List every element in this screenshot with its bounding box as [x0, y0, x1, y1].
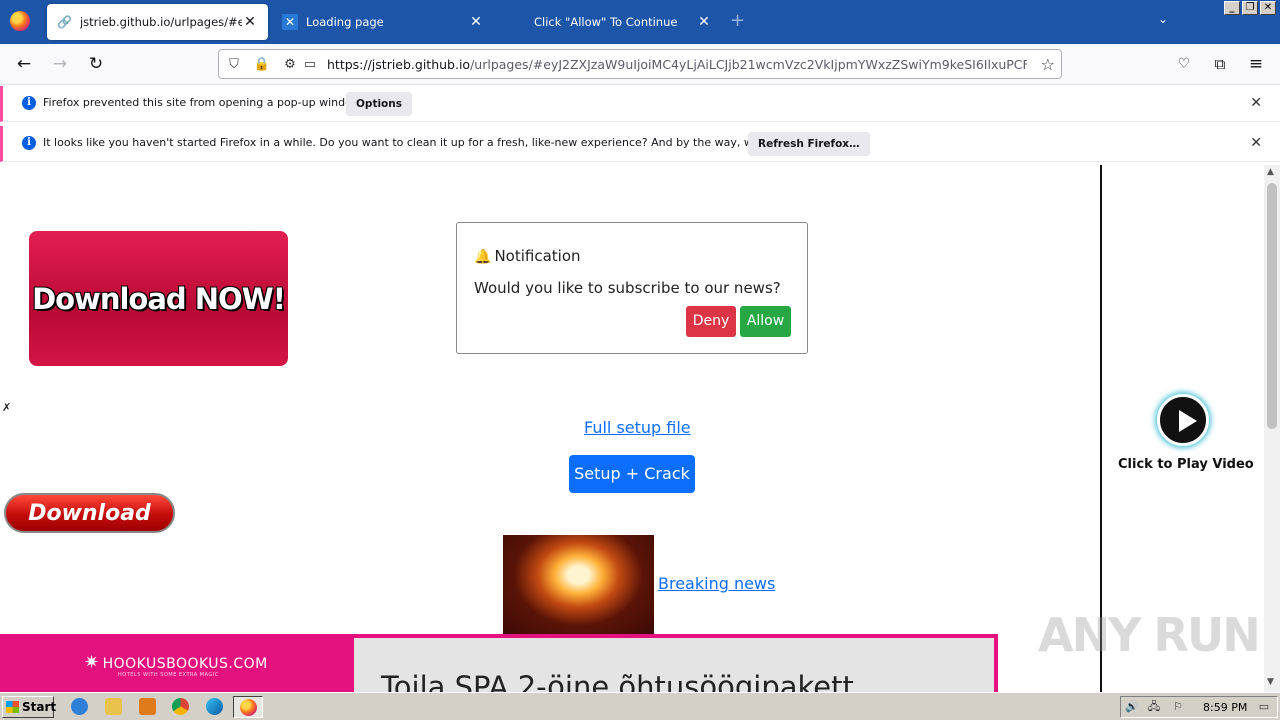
firefox-taskbar-button[interactable] — [233, 696, 263, 718]
url-path: /urlpages/#eyJ2ZXJzaW9uIjoiMC4yLjAiLCJjb… — [470, 57, 1027, 72]
edge-icon[interactable] — [206, 698, 223, 715]
ad-brand-logo: ✷ HOOKUSBOOKUS.COM — [84, 652, 268, 673]
bell-icon: 🔔 — [474, 249, 492, 265]
close-icon[interactable]: ✕ — [1250, 95, 1262, 111]
anyrun-watermark: ANY RUN — [1038, 608, 1261, 662]
notification-dialog: 🔔 Notification Would you like to subscrib… — [456, 222, 808, 354]
flag-icon[interactable]: ⚐ — [1171, 700, 1185, 714]
tab-close-icon[interactable]: ✕ — [242, 14, 258, 30]
new-tab-button[interactable]: + — [730, 10, 745, 31]
tab-title: jstrieb.github.io/urlpages/#eyJ2ZX — [79, 15, 242, 29]
lock-icon[interactable]: 🔒 — [253, 56, 271, 74]
permissions-icon[interactable]: ⚙ — [281, 56, 299, 74]
volume-icon[interactable]: 🔊 — [1125, 700, 1139, 714]
network-icon[interactable]: 🖧 — [1147, 700, 1161, 714]
url-host: https://jstrieb.github.io — [327, 57, 471, 72]
media-player-icon[interactable] — [139, 698, 156, 715]
firefox-icon — [240, 699, 257, 716]
page-icon[interactable]: ▭ — [301, 56, 319, 74]
tab-strip: 🔗 jstrieb.github.io/urlpages/#eyJ2ZX ✕ ✕… — [0, 0, 1280, 44]
reload-icon[interactable]: ↻ — [84, 53, 108, 77]
tab-loading-page[interactable]: ✕ Loading page ✕ — [272, 4, 494, 40]
download-button-label: Download — [28, 500, 151, 526]
broken-image-icon: ✗ — [2, 401, 12, 414]
allow-button[interactable]: Allow — [740, 306, 791, 337]
refresh-firefox-button[interactable]: Refresh Firefox… — [748, 132, 870, 156]
tab-close-icon[interactable]: ✕ — [696, 14, 712, 30]
ad-text-panel: Toila SPA 2-öine õhtusöögipakett — [354, 638, 994, 692]
info-icon: i — [22, 96, 36, 110]
tab-close-icon[interactable]: ✕ — [468, 14, 484, 30]
download-now-banner[interactable]: Download NOW! — [29, 231, 288, 366]
breaking-news-link[interactable]: Breaking news — [658, 574, 775, 593]
ad-tagline: HOTELS WITH SOME EXTRA MAGIC — [118, 672, 219, 678]
internet-explorer-icon[interactable] — [71, 698, 88, 715]
info-icon: i — [22, 136, 36, 150]
x-logo-icon: ✕ — [282, 14, 298, 30]
window-controls: _ ❐ ✕ — [1224, 1, 1276, 15]
url-text[interactable]: https://jstrieb.github.io/urlpages/#eyJ2… — [327, 57, 1027, 72]
deny-button[interactable]: Deny — [686, 306, 736, 337]
back-arrow-icon[interactable]: ← — [12, 53, 36, 77]
ad-headline: Toila SPA 2-öine õhtusöögipakett — [381, 670, 854, 692]
forward-arrow-icon[interactable]: → — [48, 53, 72, 77]
close-icon[interactable]: ✕ — [1250, 135, 1262, 151]
navigation-toolbar: ← → ↻ ⛉ 🔒 ⚙ ▭ https://jstrieb.github.io/… — [0, 44, 1280, 85]
popup-blocked-infobar: i Firefox prevented this site from openi… — [0, 86, 1280, 122]
chrome-icon[interactable] — [172, 698, 189, 715]
infobar-message: It looks like you haven't started Firefo… — [43, 136, 827, 149]
pocket-icon[interactable]: ♡ — [1172, 53, 1196, 77]
menu-hamburger-icon[interactable]: ≡ — [1244, 53, 1268, 77]
notification-message: Would you like to subscribe to our news? — [474, 279, 781, 297]
url-bar[interactable]: ⛉ 🔒 ⚙ ▭ https://jstrieb.github.io/urlpag… — [218, 49, 1062, 79]
setup-crack-button[interactable]: Setup + Crack — [569, 455, 695, 493]
windows-flag-icon — [6, 701, 19, 713]
extensions-puzzle-icon[interactable]: ⧉ — [1208, 53, 1232, 77]
notification-title: 🔔 Notification — [474, 247, 581, 265]
star-logo-icon: ✷ — [84, 652, 100, 673]
shield-icon[interactable]: ⛉ — [225, 56, 243, 74]
file-explorer-icon[interactable] — [105, 698, 122, 715]
scroll-up-icon[interactable]: ▲ — [1267, 167, 1274, 177]
full-setup-link[interactable]: Full setup file — [584, 418, 691, 437]
clock[interactable]: 8:59 PM — [1203, 701, 1247, 714]
ad-brand-name: HOOKUSBOOKUS.COM — [102, 656, 268, 672]
windows-taskbar: Start 🔊 🖧 ⚐ 8:59 PM ▭ — [0, 692, 1280, 720]
system-tray: 🔊 🖧 ⚐ 8:59 PM ▭ — [1120, 696, 1278, 718]
tab-title: Click "Allow" To Continue — [534, 15, 678, 29]
play-video-label[interactable]: Click to Play Video — [1118, 457, 1254, 472]
scroll-thumb[interactable] — [1267, 183, 1277, 429]
hotel-ad-banner[interactable]: ✷ HOOKUSBOOKUS.COM HOTELS WITH SOME EXTRA… — [0, 634, 998, 692]
download-button[interactable]: Download — [4, 493, 175, 533]
explosion-image[interactable] — [503, 535, 654, 635]
close-window-button[interactable]: ✕ — [1260, 1, 1276, 15]
scroll-down-icon[interactable]: ▼ — [1267, 677, 1274, 687]
play-video-icon[interactable] — [1157, 394, 1209, 446]
start-label: Start — [22, 700, 57, 714]
page-content: Download NOW! ✗ Download 🔔 Notification W… — [0, 165, 1264, 692]
tab-title: Loading page — [306, 15, 384, 29]
options-button[interactable]: Options — [346, 92, 412, 116]
notification-title-text: Notification — [494, 247, 581, 265]
tab-jstrieb[interactable]: 🔗 jstrieb.github.io/urlpages/#eyJ2ZX ✕ — [47, 4, 268, 40]
download-now-text: Download NOW! — [32, 281, 286, 316]
infobar-message: Firefox prevented this site from opening… — [43, 96, 364, 109]
show-desktop-icon[interactable]: ▭ — [1257, 700, 1271, 714]
bookmark-star-icon[interactable]: ☆ — [1041, 55, 1055, 74]
start-button[interactable]: Start — [2, 696, 57, 718]
restore-button[interactable]: ❐ — [1242, 1, 1258, 15]
firefox-logo-icon[interactable] — [10, 11, 30, 31]
refresh-firefox-infobar: i It looks like you haven't started Fire… — [0, 126, 1280, 162]
minimize-button[interactable]: _ — [1224, 1, 1240, 15]
tab-click-allow[interactable]: Click "Allow" To Continue ✕ — [500, 4, 722, 40]
page-scrollbar[interactable]: ▲ ▼ — [1264, 165, 1280, 692]
list-all-tabs-chevron-icon[interactable]: ⌄ — [1158, 12, 1168, 26]
link-icon: 🔗 — [57, 15, 72, 29]
